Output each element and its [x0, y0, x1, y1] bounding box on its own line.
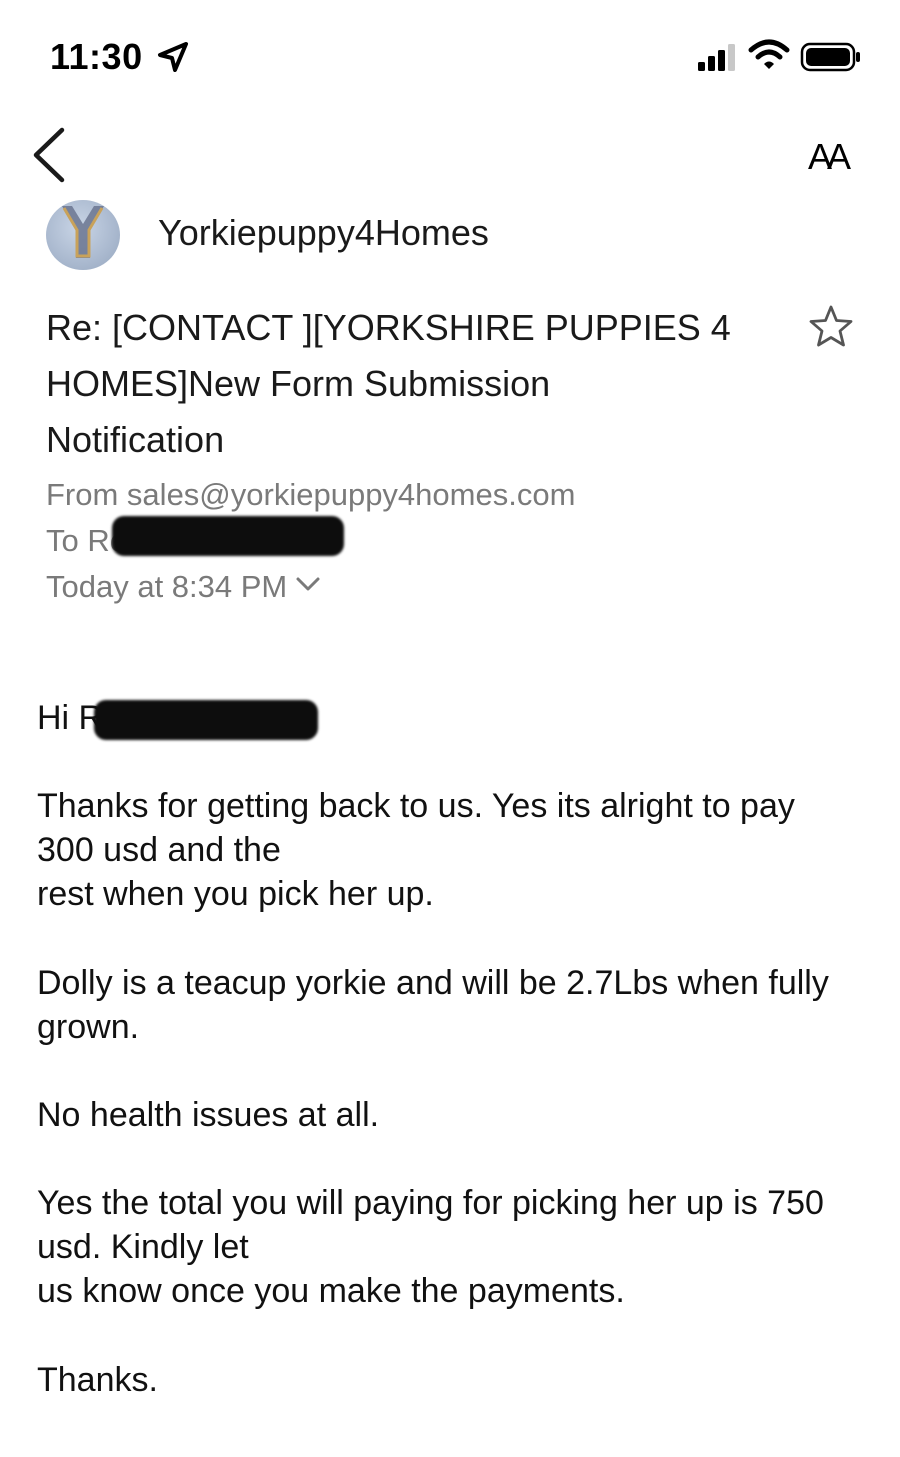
redaction-mark: [94, 700, 318, 740]
body-line: Yes the total you will paying for pickin…: [37, 1184, 824, 1222]
status-time: 11:30: [50, 36, 143, 77]
body-paragraph: Yes the total you will paying for pickin…: [37, 1181, 877, 1313]
body-line: grown.: [37, 1008, 140, 1046]
subject-line: Notification: [46, 419, 225, 460]
sender-name[interactable]: Yorkiepuppy4Homes: [158, 212, 489, 254]
back-chevron-icon[interactable]: [30, 126, 70, 184]
body-line: us know once you make the payments.: [37, 1272, 625, 1310]
avatar: [46, 200, 120, 270]
email-subject: Re: [CONTACT ][YORKSHIRE PUPPIES 4 HOMES…: [46, 300, 746, 468]
battery-icon: [800, 42, 860, 72]
subject-line: Re: [CONTACT ][YORKSHIRE PUPPIES 4: [46, 307, 731, 348]
subject-line: HOMES]New Form Submission: [46, 363, 551, 404]
body-paragraph: Dolly is a teacup yorkie and will be 2.7…: [37, 961, 877, 1049]
chevron-down-icon[interactable]: [295, 575, 321, 593]
date-line[interactable]: Today at 8:34 PM: [46, 569, 321, 605]
body-line: usd. Kindly let: [37, 1228, 249, 1266]
text-size-button[interactable]: AA: [808, 136, 851, 178]
body-paragraph: Thanks for getting back to us. Yes its a…: [37, 784, 877, 916]
location-arrow-icon: [158, 42, 188, 72]
from-line[interactable]: From sales@yorkiepuppy4homes.com: [46, 477, 575, 513]
body-line: Dolly is a teacup yorkie and will be 2.7…: [37, 964, 829, 1002]
body-line: Thanks for getting back to us. Yes its a…: [37, 787, 795, 825]
body-line: 300 usd and the: [37, 831, 281, 869]
cellular-signal-icon: [698, 44, 735, 71]
closing: Thanks.: [37, 1361, 158, 1399]
star-icon[interactable]: [808, 304, 854, 348]
date-text: Today at 8:34 PM: [46, 569, 288, 604]
body-paragraph: No health issues at all.: [37, 1093, 877, 1137]
wifi-icon: [748, 39, 790, 69]
body-line: No health issues at all.: [37, 1096, 380, 1134]
body-line: rest when you pick her up.: [37, 875, 434, 913]
body-paragraph: Thanks.: [37, 1358, 877, 1402]
redaction-mark: [112, 516, 344, 556]
